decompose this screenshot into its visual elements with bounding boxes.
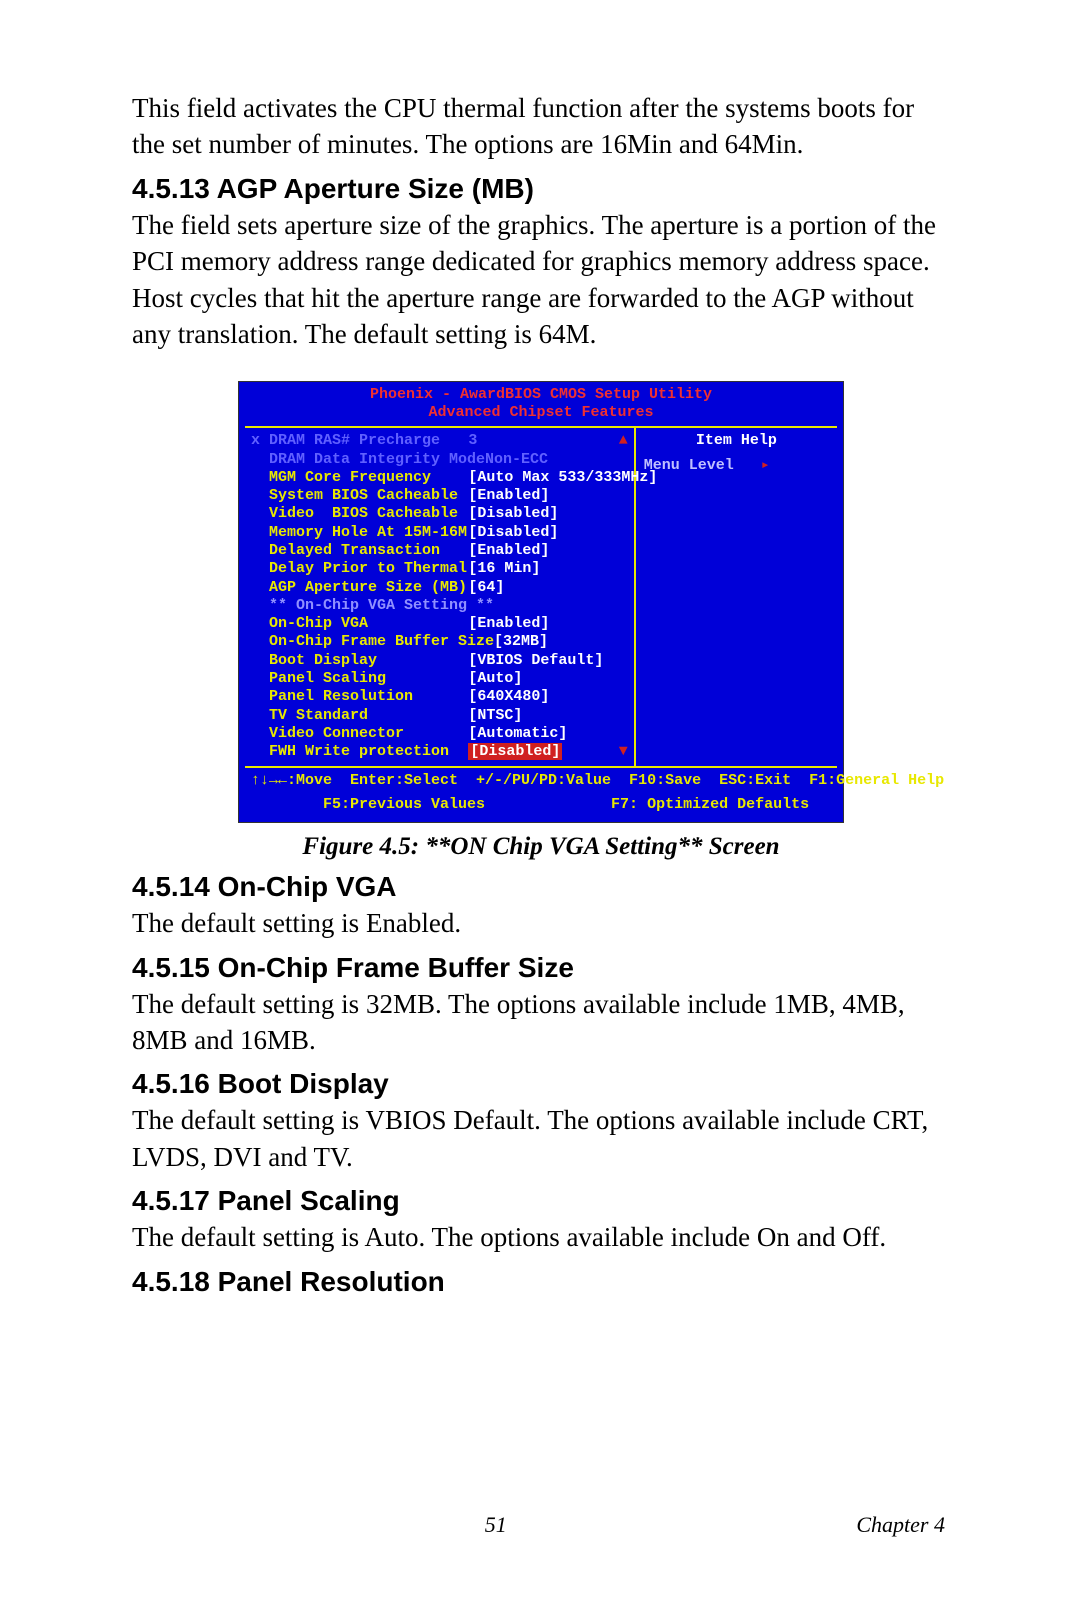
section-body-boot-display: The default setting is VBIOS Default. Th… [132,1102,950,1175]
bios-setting-label: FWH Write protection [251,743,468,761]
bios-setting-value: [Auto] [468,670,625,688]
bios-settings-pane: ▲ ▼ x DRAM RAS# Precharge3 DRAM Data Int… [245,428,636,765]
bios-setting-value [494,597,626,615]
bios-setting-row: FWH Write protection[Disabled] [251,743,626,761]
bios-title: Phoenix - AwardBIOS CMOS Setup Utility [245,386,837,404]
page-footer: 51 Chapter 4 [0,1512,1080,1538]
scroll-up-icon: ▲ [619,432,628,450]
section-title-frame-buffer: 4.5.15 On-Chip Frame Buffer Size [132,952,950,984]
bios-setting-value: [Enabled] [468,542,625,560]
section-title-panel-scaling: 4.5.17 Panel Scaling [132,1185,950,1217]
figure-caption: Figure 4.5: **ON Chip VGA Setting** Scre… [132,833,950,861]
section-body-onchip-vga: The default setting is Enabled. [132,905,950,941]
bios-setting-label: x DRAM RAS# Precharge [251,432,468,450]
bios-help-title: Item Help [644,432,829,450]
bios-setting-value: 3 [468,432,625,450]
bios-setting-label: Video BIOS Cacheable [251,505,468,523]
chapter-label: Chapter 4 [856,1512,945,1538]
bios-setting-row: x DRAM RAS# Precharge3 [251,432,626,450]
bios-menu-level: Menu Level ▸ [644,457,829,475]
section-body-agp: The field sets aperture size of the grap… [132,207,950,353]
bios-footer-line2: F5:Previous Values F7: Optimized Default… [245,792,837,816]
bios-setting-value: [Enabled] [468,487,625,505]
bios-setting-row: Video BIOS Cacheable[Disabled] [251,505,626,523]
bios-setting-label: DRAM Data Integrity Mode [251,451,485,469]
bios-setting-row: Video Connector[Automatic] [251,725,626,743]
bios-setting-row: AGP Aperture Size (MB)[64] [251,579,626,597]
bios-setting-label: TV Standard [251,707,468,725]
page-number: 51 [485,1512,507,1538]
bios-setting-label: Delay Prior to Thermal [251,560,468,578]
bios-setting-value: [Disabled] [468,505,625,523]
section-body-panel-scaling: The default setting is Auto. The options… [132,1219,950,1255]
bios-setting-row: Delay Prior to Thermal[16 Min] [251,560,626,578]
section-title-agp: 4.5.13 AGP Aperture Size (MB) [132,173,950,205]
bios-setting-value: [Enabled] [468,615,625,633]
bios-setting-value: [640X480] [468,688,625,706]
bios-setting-row: System BIOS Cacheable[Enabled] [251,487,626,505]
bios-setting-row: Delayed Transaction[Enabled] [251,542,626,560]
bios-setting-label: On-Chip VGA [251,615,468,633]
bios-setting-row: ** On-Chip VGA Setting ** [251,597,626,615]
intro-paragraph: This field activates the CPU thermal fun… [132,90,950,163]
bios-setting-row: On-Chip VGA[Enabled] [251,615,626,633]
bios-setting-label: Boot Display [251,652,468,670]
bios-setting-label: Memory Hole At 15M-16M [251,524,468,542]
bios-setting-row: Memory Hole At 15M-16M[Disabled] [251,524,626,542]
bios-setting-value: [Disabled] [468,743,625,761]
bios-setting-value: [Auto Max 533/333MHz] [468,469,657,487]
bios-setting-label: AGP Aperture Size (MB) [251,579,468,597]
bios-screenshot: Phoenix - AwardBIOS CMOS Setup Utility A… [238,381,844,824]
bios-setting-row: Panel Scaling[Auto] [251,670,626,688]
bios-subtitle: Advanced Chipset Features [245,404,837,422]
bios-setting-value: [Automatic] [468,725,625,743]
document-page: This field activates the CPU thermal fun… [0,0,1080,1618]
bios-setting-value: [16 Min] [468,560,625,578]
section-title-onchip-vga: 4.5.14 On-Chip VGA [132,871,950,903]
bios-setting-row: Boot Display[VBIOS Default] [251,652,626,670]
bios-setting-row: TV Standard[NTSC] [251,707,626,725]
scroll-down-icon: ▼ [619,743,628,761]
section-title-boot-display: 4.5.16 Boot Display [132,1068,950,1100]
bios-setting-label: On-Chip Frame Buffer Size [251,633,494,651]
bios-setting-value: [64] [468,579,625,597]
bios-setting-label: Panel Scaling [251,670,468,688]
bios-setting-value: [Disabled] [468,524,625,542]
bios-setting-row: DRAM Data Integrity ModeNon-ECC [251,451,626,469]
chevron-right-icon: ▸ [761,457,770,474]
bios-setting-label: System BIOS Cacheable [251,487,468,505]
bios-setting-label: Video Connector [251,725,468,743]
bios-setting-label: Delayed Transaction [251,542,468,560]
bios-setting-label: Panel Resolution [251,688,468,706]
bios-setting-label: MGM Core Frequency [251,469,468,487]
bios-setting-value: [NTSC] [468,707,625,725]
bios-setting-row: On-Chip Frame Buffer Size[32MB] [251,633,626,651]
bios-footer-line1: ↑↓→←:Move Enter:Select +/-/PU/PD:Value F… [245,768,837,792]
bios-setting-row: Panel Resolution[640X480] [251,688,626,706]
bios-setting-value: [32MB] [494,633,626,651]
section-body-frame-buffer: The default setting is 32MB. The options… [132,986,950,1059]
section-title-panel-resolution: 4.5.18 Panel Resolution [132,1266,950,1298]
bios-setting-label: ** On-Chip VGA Setting ** [251,597,494,615]
bios-setting-row: MGM Core Frequency[Auto Max 533/333MHz] [251,469,626,487]
bios-setting-value: [VBIOS Default] [468,652,625,670]
bios-help-pane: Item Help Menu Level ▸ [636,428,837,765]
bios-setting-value: Non-ECC [485,451,626,469]
